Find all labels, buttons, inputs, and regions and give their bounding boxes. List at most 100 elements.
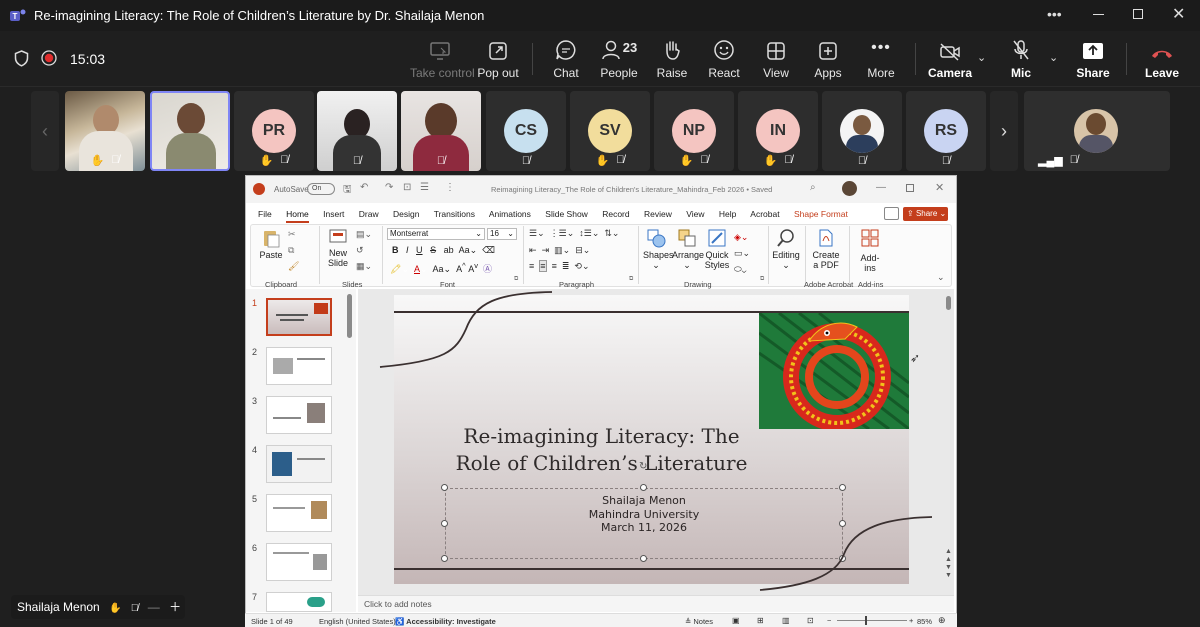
slide-artwork-image[interactable]	[759, 313, 909, 429]
tab-view[interactable]: View	[686, 209, 704, 219]
bullets-button[interactable]: ☰⌄	[529, 228, 545, 238]
strip-prev-button[interactable]: ‹	[31, 91, 59, 171]
resize-handle[interactable]	[640, 484, 647, 491]
italic-button[interactable]: I	[406, 245, 409, 255]
take-control-button[interactable]: Take control	[410, 31, 475, 87]
slide-sorter-icon[interactable]: ⊞	[757, 616, 764, 625]
quick-styles-button[interactable]: Quick Styles	[704, 228, 730, 270]
numbering-button[interactable]: ⋮☰⌄	[550, 228, 575, 238]
zoom-slider[interactable]	[837, 620, 907, 621]
tab-review[interactable]: Review	[644, 209, 672, 219]
tab-record[interactable]: Record	[602, 209, 629, 219]
slide-thumbnail-1[interactable]	[266, 298, 332, 336]
view-button[interactable]: View	[756, 31, 796, 87]
shape-effects-icon[interactable]: ⬭⌄	[734, 261, 750, 277]
underline-button[interactable]: U	[416, 245, 423, 255]
reading-view-icon[interactable]: ▥	[782, 616, 790, 625]
resize-handle[interactable]	[441, 484, 448, 491]
share-button[interactable]: Share	[1073, 31, 1113, 87]
change-case-icon[interactable]: Aa⌄	[459, 245, 478, 255]
bullets-icon[interactable]: ☰	[420, 182, 429, 193]
line-spacing-button[interactable]: ↕☰⌄	[579, 228, 599, 238]
camera-button[interactable]: Camera	[928, 31, 972, 87]
save-icon[interactable]: 🖫	[343, 182, 352, 199]
create-pdf-button[interactable]: Create a PDF	[811, 228, 841, 270]
redo-icon[interactable]: ↷	[385, 182, 393, 193]
slide-thumbnail-3[interactable]	[266, 396, 332, 434]
text-effects-icon[interactable]: Ⓐ	[483, 264, 492, 274]
text-direction-button[interactable]: ⇅⌄	[604, 228, 619, 238]
zoom-slider-thumb[interactable]	[865, 616, 867, 625]
resize-handle[interactable]	[839, 484, 846, 491]
raise-hand-button[interactable]: Raise	[652, 31, 692, 87]
collapse-ribbon-icon[interactable]: ⌄	[937, 272, 945, 283]
drawing-dialog-launcher-icon[interactable]: ⧉	[760, 276, 764, 283]
justify-button[interactable]: ≣	[562, 261, 570, 271]
shapes-button[interactable]: Shapes ⌄	[643, 228, 674, 271]
react-button[interactable]: React	[704, 31, 744, 87]
font-color-icon[interactable]: A	[414, 264, 420, 274]
participant-tile[interactable]: NP ✋ 🎙̸	[654, 91, 734, 171]
arrange-button[interactable]: Arrange ⌄	[672, 228, 704, 271]
slide-thumbnail-6[interactable]	[266, 543, 332, 581]
resize-handle[interactable]	[441, 520, 448, 527]
zoom-out-icon[interactable]: −	[827, 616, 831, 625]
search-icon[interactable]: ⌕	[810, 182, 816, 193]
shape-outline-icon[interactable]: ▭⌄	[734, 245, 750, 261]
rotate-handle-icon[interactable]: ↻	[639, 461, 647, 472]
tab-animations[interactable]: Animations	[489, 209, 531, 219]
undo-icon[interactable]: ↶	[360, 182, 368, 193]
format-painter-icon[interactable]: 🖌	[288, 261, 299, 272]
participant-tile[interactable]: IN ✋ 🎙̸	[738, 91, 818, 171]
align-left-button[interactable]: ≡	[529, 261, 534, 271]
language-status[interactable]: English (United States)	[319, 617, 396, 626]
font-case-icon[interactable]: Aa⌄	[433, 264, 452, 274]
camera-options-chevron-icon[interactable]: ⌄	[977, 51, 986, 64]
participant-tile[interactable]: 🎙̸	[822, 91, 902, 171]
participant-tile[interactable]: RS 🎙̸	[906, 91, 986, 171]
tab-home[interactable]: Home	[286, 209, 309, 223]
align-center-button[interactable]: ≡	[539, 260, 547, 272]
shrink-font-icon[interactable]: Av	[468, 261, 478, 274]
participant-tile[interactable]: SV ✋ 🎙̸	[570, 91, 650, 171]
slide-thumbnail-2[interactable]	[266, 347, 332, 385]
more-button[interactable]: ••• More	[861, 31, 901, 87]
comments-icon[interactable]	[884, 207, 899, 220]
ppt-minimize-button[interactable]: —	[876, 182, 886, 193]
grow-font-icon[interactable]: A^	[456, 261, 466, 274]
tab-file[interactable]: File	[258, 209, 272, 219]
font-name-select[interactable]: Montserrat ⌄	[387, 228, 485, 240]
notes-pane[interactable]: Click to add notes	[358, 595, 954, 612]
present-icon[interactable]: ⊡	[403, 182, 411, 193]
accessibility-status[interactable]: ♿ Accessibility: Investigate	[395, 617, 496, 626]
resize-handle[interactable]	[640, 555, 647, 562]
tab-design[interactable]: Design	[393, 209, 419, 219]
layout-icon[interactable]: ▤⌄	[356, 229, 372, 240]
columns-button[interactable]: ▥⌄	[554, 245, 570, 255]
bold-button[interactable]: B	[392, 245, 399, 255]
paste-button[interactable]: Paste	[259, 228, 283, 260]
reset-icon[interactable]: ↺	[356, 245, 364, 256]
editing-button[interactable]: Editing ⌄	[772, 228, 800, 271]
tab-insert[interactable]: Insert	[323, 209, 344, 219]
account-avatar[interactable]	[842, 181, 857, 196]
ppt-restore-button[interactable]	[906, 184, 914, 192]
slide-thumbnail-7[interactable]	[266, 592, 332, 612]
participant-tile-active-speaker[interactable]	[150, 91, 230, 171]
tab-draw[interactable]: Draw	[359, 209, 379, 219]
slide-title[interactable]: Re-imagining Literacy: The Role of Child…	[394, 423, 809, 477]
close-button[interactable]: ✕	[1172, 4, 1185, 24]
participant-tile[interactable]: PR ✋ 🎙̸	[234, 91, 314, 171]
people-button[interactable]: 23 People	[596, 31, 642, 87]
font-dialog-launcher-icon[interactable]: ⧉	[514, 276, 518, 283]
font-size-select[interactable]: 16 ⌄	[487, 228, 517, 240]
new-slide-button[interactable]: New Slide	[327, 228, 349, 268]
participant-tile[interactable]: CS 🎙̸	[486, 91, 566, 171]
participant-tile[interactable]: 🎙̸	[401, 91, 481, 171]
slide-thumbnail-5[interactable]	[266, 494, 332, 532]
autosave-toggle[interactable]: On	[307, 183, 335, 195]
leave-button[interactable]: Leave	[1140, 31, 1184, 87]
shape-fill-icon[interactable]: ◈⌄	[734, 229, 750, 245]
resize-handle[interactable]	[441, 555, 448, 562]
tab-acrobat[interactable]: Acrobat	[750, 209, 779, 219]
